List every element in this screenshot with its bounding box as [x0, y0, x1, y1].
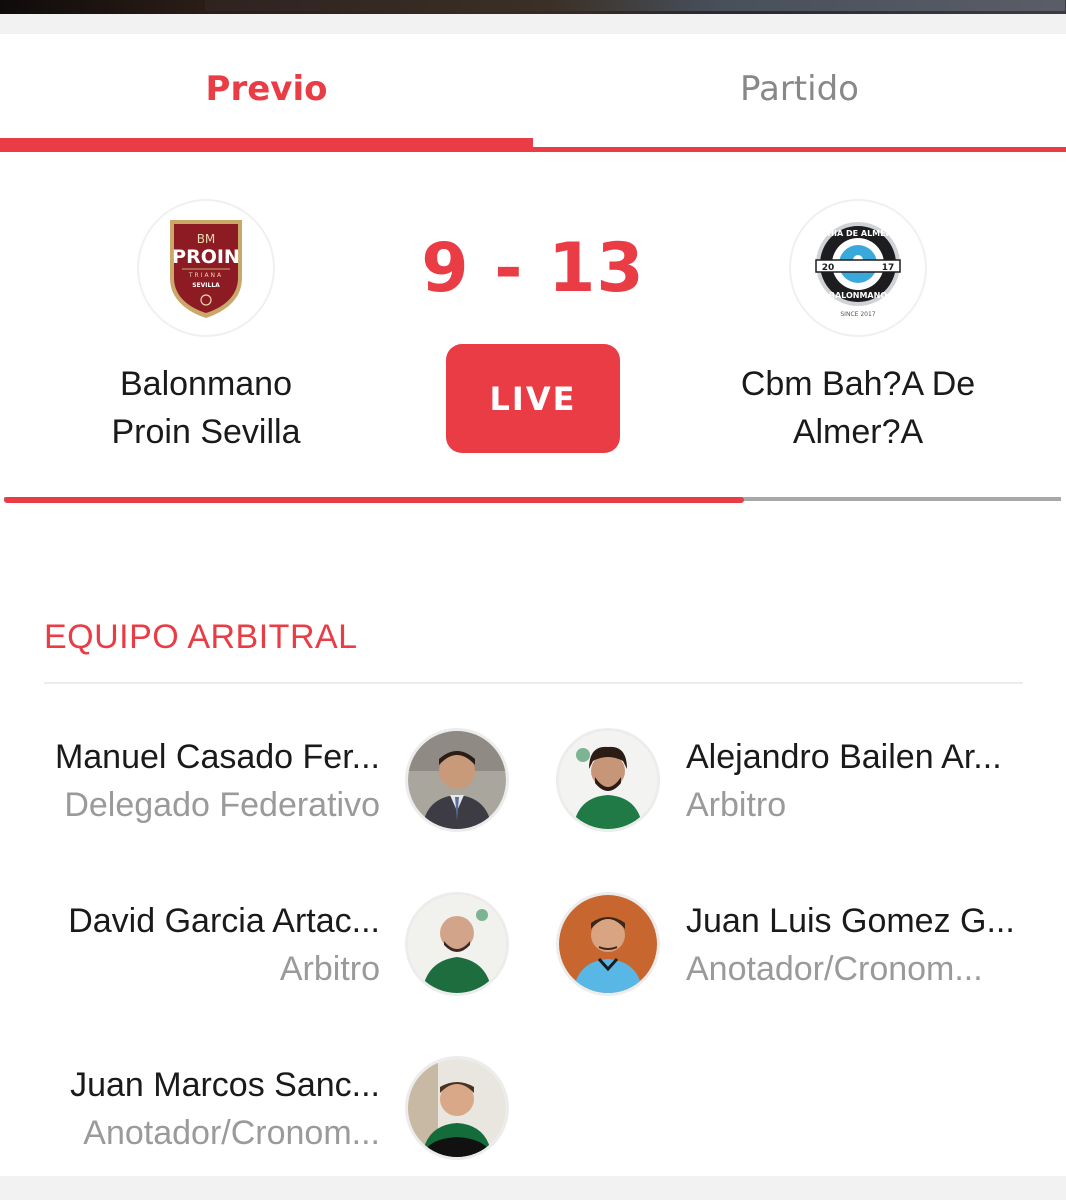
almeria-badge-icon: 20 17 BAHIA DE ALMERIA BALONMANO SINCE 2…	[815, 222, 902, 318]
person-avatar-icon	[556, 728, 660, 832]
header-image-stripe	[205, 0, 1065, 11]
person-avatar-icon	[556, 892, 660, 996]
person-avatar-icon	[405, 728, 509, 832]
svg-text:BAHIA DE ALMERIA: BAHIA DE ALMERIA	[815, 229, 902, 238]
svg-text:TRIANA: TRIANA	[188, 272, 223, 279]
home-team-logo[interactable]: BM PROIN TRIANA SEVILLA	[137, 199, 275, 337]
person-avatar-icon	[405, 1056, 509, 1160]
svg-text:PROIN: PROIN	[172, 246, 240, 268]
referee-item[interactable]: Manuel Casado Fer... Delegado Federativo	[0, 728, 533, 832]
svg-text:SEVILLA: SEVILLA	[192, 282, 220, 289]
tab-previo[interactable]: Previo	[0, 34, 533, 144]
tab-bar: Previo Partido	[0, 34, 1066, 154]
tab-partido[interactable]: Partido	[533, 34, 1066, 144]
section-divider	[44, 682, 1023, 684]
person-avatar-icon	[405, 892, 509, 996]
bottom-spacer	[0, 1176, 1066, 1200]
away-team-name[interactable]: Cbm Bah?A De Almer?A	[678, 360, 1038, 456]
referee-role: Arbitro	[279, 950, 380, 988]
match-score: 9 - 13	[421, 229, 645, 308]
svg-text:20: 20	[822, 263, 835, 273]
proin-shield-icon: BM PROIN TRIANA SEVILLA	[170, 220, 242, 318]
away-team-logo[interactable]: 20 17 BAHIA DE ALMERIA BALONMANO SINCE 2…	[789, 199, 927, 337]
referees-section-title: EQUIPO ARBITRAL	[44, 618, 358, 656]
referee-name: Alejandro Bailen Ar...	[686, 738, 1002, 776]
referee-item[interactable]: David Garcia Artac... Arbitro	[0, 892, 533, 996]
svg-text:17: 17	[882, 263, 895, 273]
referee-name: David Garcia Artac...	[68, 902, 380, 940]
referee-name: Manuel Casado Fer...	[54, 738, 380, 776]
tab-baseline	[533, 147, 1066, 152]
referee-name: Juan Marcos Sanc...	[70, 1066, 380, 1104]
referee-item[interactable]: Juan Marcos Sanc... Anotador/Cronom...	[0, 1056, 533, 1160]
svg-text:BALONMANO: BALONMANO	[829, 291, 887, 300]
match-page: Previo Partido BM PROIN TRIANA SEVILLA B…	[0, 0, 1066, 1200]
referee-item[interactable]: Alejandro Bailen Ar... Arbitro	[533, 728, 1066, 832]
referee-role: Anotador/Cronom...	[83, 1114, 380, 1152]
referee-role: Delegado Federativo	[64, 786, 380, 824]
referee-role: Anotador/Cronom...	[686, 950, 983, 988]
svg-text:BM: BM	[197, 232, 216, 246]
home-team-name[interactable]: Balonmano Proin Sevilla	[26, 360, 386, 456]
header-image	[0, 0, 1066, 14]
referee-item[interactable]: Juan Luis Gomez G... Anotador/Cronom...	[533, 892, 1066, 996]
referees-card: EQUIPO ARBITRAL Manuel Casado Fer... Del…	[0, 550, 1066, 1176]
referee-role: Arbitro	[686, 786, 787, 824]
match-card: Previo Partido BM PROIN TRIANA SEVILLA B…	[0, 34, 1066, 550]
match-progress-fill	[4, 497, 744, 503]
referee-name: Juan Luis Gomez G...	[686, 902, 1015, 940]
svg-text:SINCE 2017: SINCE 2017	[840, 311, 875, 318]
active-tab-indicator	[0, 138, 533, 152]
live-button[interactable]: LIVE	[446, 344, 620, 453]
